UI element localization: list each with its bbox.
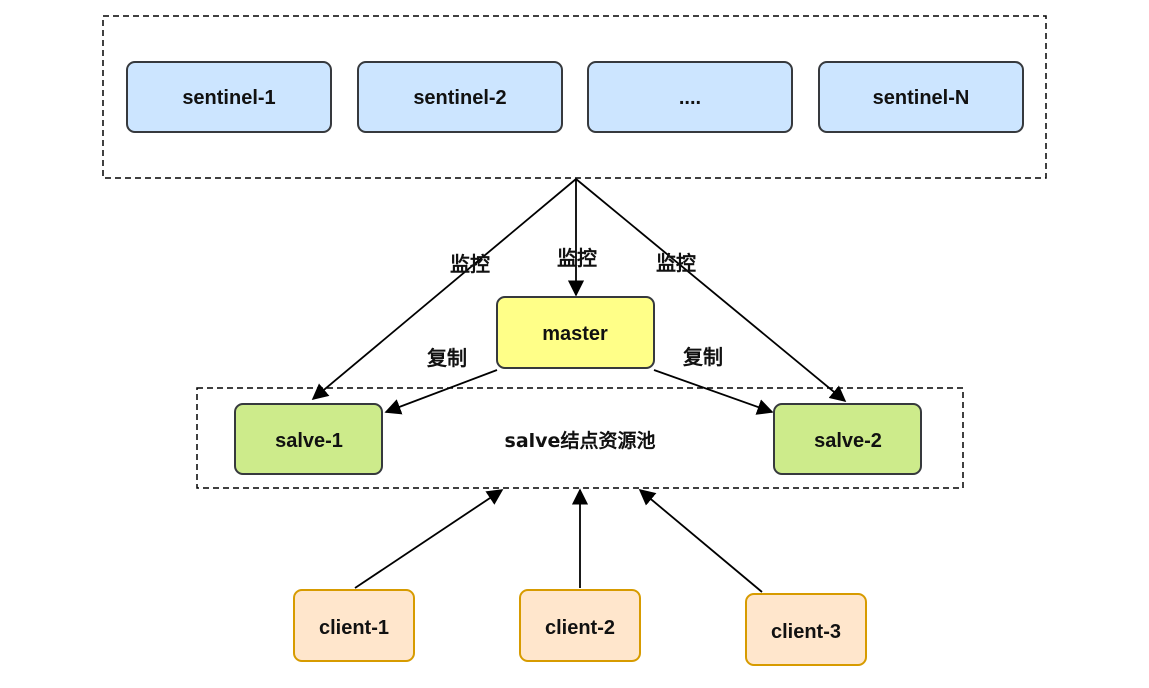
client-2-label: client-2 <box>545 617 615 639</box>
monitor-label-left: 监控 <box>450 252 490 276</box>
replicate-arrow-left <box>384 369 498 415</box>
architecture-diagram: sentinel-1 sentinel-2 .... sentinel-N sa… <box>102 15 1047 666</box>
sentinel-n-node[interactable]: sentinel-N <box>818 61 1024 133</box>
client-1-label: client-1 <box>319 617 389 639</box>
client-3-label: client-3 <box>771 621 841 643</box>
monitor-label-center: 监控 <box>557 246 597 270</box>
client-2-node[interactable]: client-2 <box>519 589 641 662</box>
slave-pool-label: salve结点资源池 <box>505 429 656 452</box>
client-1-arrow <box>354 489 504 589</box>
slave-2-node[interactable]: salve-2 <box>773 403 922 475</box>
slave-1-node[interactable]: salve-1 <box>234 403 383 475</box>
replicate-arrow-right <box>653 369 774 415</box>
sentinel-n-label: sentinel-N <box>873 87 970 109</box>
replicate-label-left: 复制 <box>426 346 467 370</box>
replicate-label-right: 复制 <box>682 345 723 369</box>
sentinel-ellipsis-node[interactable]: .... <box>587 61 793 133</box>
sentinel-2-node[interactable]: sentinel-2 <box>357 61 563 133</box>
master-label: master <box>542 323 608 345</box>
client-3-node[interactable]: client-3 <box>745 593 867 666</box>
slave-1-label: salve-1 <box>275 430 343 452</box>
sentinel-1-label: sentinel-1 <box>182 87 275 109</box>
sentinel-1-node[interactable]: sentinel-1 <box>126 61 332 133</box>
client-1-node[interactable]: client-1 <box>293 589 415 662</box>
master-node[interactable]: master <box>496 296 655 369</box>
client-3-arrow <box>638 488 763 593</box>
sentinel-ellipsis-label: .... <box>679 87 701 109</box>
monitor-label-right: 监控 <box>656 251 696 275</box>
slave-2-label: salve-2 <box>814 430 882 452</box>
sentinel-2-label: sentinel-2 <box>413 87 506 109</box>
